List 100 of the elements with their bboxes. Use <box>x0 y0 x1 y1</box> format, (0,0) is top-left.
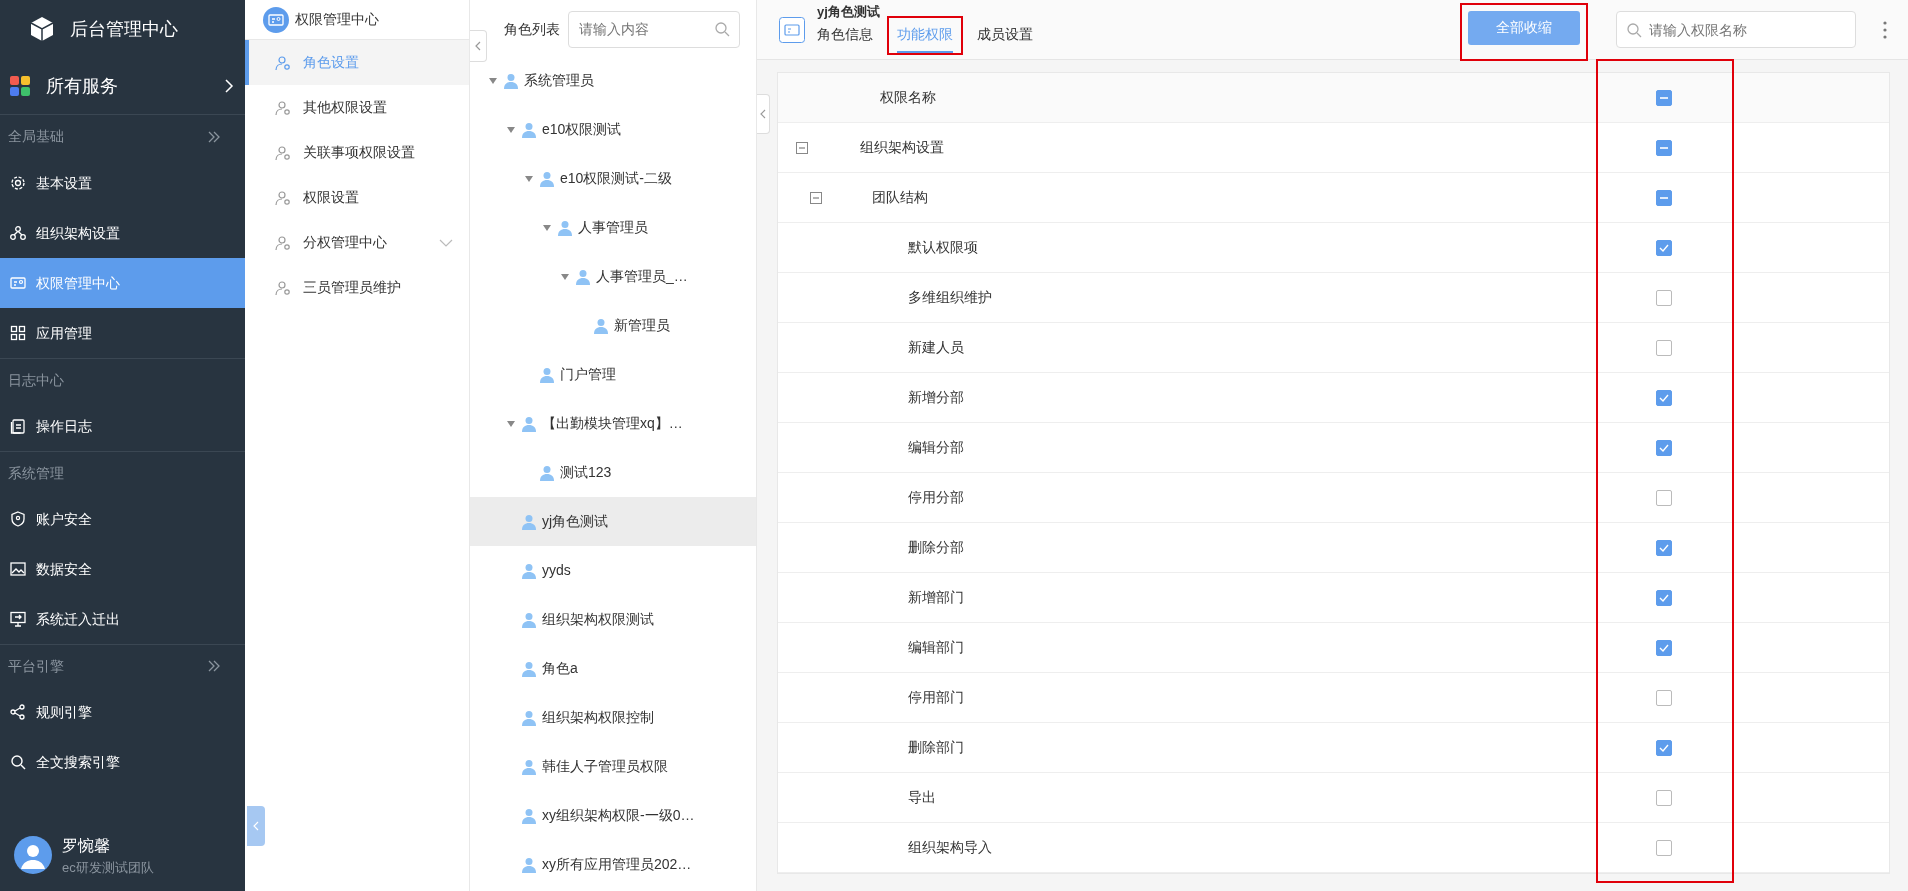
person-icon <box>558 219 572 236</box>
tab[interactable]: 角色信息 <box>817 24 873 53</box>
team-name: ec研发测试团队 <box>62 858 154 877</box>
nav-item[interactable]: 全文搜索引擎 <box>0 737 245 787</box>
shield-icon <box>10 511 26 527</box>
all-services-link[interactable]: 所有服务 <box>0 58 245 115</box>
person-icon <box>522 562 536 579</box>
collapse-handle[interactable] <box>757 94 770 134</box>
tree-node[interactable]: e10权限测试 <box>470 105 756 154</box>
permission-name: 停用部门 <box>908 688 964 707</box>
person-icon <box>540 170 554 187</box>
double-chevron-icon[interactable] <box>207 129 221 144</box>
collapse-handle[interactable] <box>247 806 265 846</box>
person-icon <box>576 268 590 285</box>
nav-item[interactable]: 操作日志 <box>0 401 245 451</box>
submenu-item[interactable]: 其他权限设置 <box>245 85 469 130</box>
nav-item[interactable]: 基本设置 <box>0 158 245 208</box>
nav-item[interactable]: 应用管理 <box>0 308 245 358</box>
tree-node[interactable]: 门户管理 <box>470 350 756 399</box>
caret-down-icon[interactable] <box>561 272 569 281</box>
checkbox[interactable] <box>1656 289 1672 306</box>
person-icon <box>522 758 536 775</box>
tree-node[interactable]: 新管理员 <box>470 301 756 350</box>
user-settings-icon <box>275 54 291 71</box>
list-title: 角色列表 <box>504 19 560 39</box>
app-title: 后台管理中心 <box>70 17 178 41</box>
permission-name: 停用分部 <box>908 488 964 507</box>
more-icon[interactable] <box>1882 19 1888 40</box>
person-icon <box>540 366 554 383</box>
submenu-item[interactable]: 分权管理中心 <box>245 220 469 265</box>
permission-name: 删除分部 <box>908 538 964 557</box>
nav-item[interactable]: 规则引擎 <box>0 687 245 737</box>
checkbox[interactable] <box>1656 789 1672 806</box>
nav-item[interactable]: 系统迁入迁出 <box>0 594 245 644</box>
id-card-icon <box>263 6 289 33</box>
person-icon <box>522 611 536 628</box>
checkbox[interactable] <box>1656 339 1672 356</box>
caret-down-icon[interactable] <box>489 76 497 85</box>
tree-node[interactable]: 【出勤模块管理xq】… <box>470 399 756 448</box>
caret-down-icon[interactable] <box>543 223 551 232</box>
cube-logo-icon <box>28 15 56 43</box>
submenu-item[interactable]: 权限设置 <box>245 175 469 220</box>
permission-name: 团队结构 <box>872 188 928 207</box>
tree-node[interactable]: e10权限测试-二级 <box>470 154 756 203</box>
tree-node[interactable]: xy所有应用管理员202… <box>470 840 756 889</box>
id-card-icon <box>779 16 805 43</box>
tree-node[interactable]: 组织架构权限测试 <box>470 595 756 644</box>
tree-node[interactable]: 测试123 <box>470 448 756 497</box>
person-icon <box>522 513 536 530</box>
person-icon <box>522 121 536 138</box>
person-icon <box>594 317 608 334</box>
caret-down-icon[interactable] <box>507 125 515 134</box>
caret-down-icon[interactable] <box>507 419 515 428</box>
submenu-item[interactable]: 关联事项权限设置 <box>245 130 469 175</box>
person-icon <box>522 415 536 432</box>
person-icon <box>522 660 536 677</box>
tree-node[interactable]: yyds <box>470 546 756 595</box>
chevron-left-icon <box>474 41 482 51</box>
nav-item[interactable]: 组织架构设置 <box>0 208 245 258</box>
nav-item[interactable]: 账户安全 <box>0 494 245 544</box>
apps-icon <box>10 76 30 96</box>
checkbox[interactable] <box>1656 689 1672 706</box>
tree-node[interactable]: yj角色测试 <box>470 497 756 546</box>
permission-name: 编辑部门 <box>908 638 964 657</box>
tab[interactable]: 成员设置 <box>977 24 1033 53</box>
tree-node[interactable]: 人事管理员_… <box>470 252 756 301</box>
search-field[interactable]: 请输入内容 <box>568 10 740 48</box>
nav-item[interactable]: 数据安全 <box>0 544 245 594</box>
chevron-left-icon <box>252 821 260 831</box>
submenu-item[interactable]: 三员管理员维护 <box>245 265 469 310</box>
double-chevron-icon[interactable] <box>207 659 221 673</box>
person-icon <box>504 72 518 89</box>
image-icon <box>10 561 26 577</box>
search-field[interactable]: 请输入权限名称 <box>1616 11 1856 48</box>
caret-down-icon[interactable] <box>525 174 533 183</box>
nav-section-label: 平台引擎 <box>8 656 64 676</box>
collapse-toggle-icon[interactable] <box>810 191 822 204</box>
chevron-left-icon <box>759 109 767 119</box>
checkbox[interactable] <box>1656 839 1672 856</box>
permission-name: 新增分部 <box>908 388 964 407</box>
tree-node[interactable]: 人事管理员 <box>470 203 756 252</box>
avatar-icon <box>14 836 52 875</box>
collapse-handle[interactable] <box>470 30 487 62</box>
tree-node[interactable]: 系统管理员 <box>470 56 756 105</box>
submenu-label: 角色设置 <box>303 53 360 72</box>
collapse-toggle-icon[interactable] <box>796 141 808 154</box>
tree-node[interactable]: xy组织架构权限-一级0… <box>470 791 756 840</box>
submenu-title: 权限管理中心 <box>295 10 379 29</box>
search-icon <box>714 21 730 37</box>
person-icon <box>522 709 536 726</box>
gear-icon <box>10 175 26 191</box>
tree-node[interactable]: 韩佳人子管理员权限 <box>470 742 756 791</box>
checkbox[interactable] <box>1656 489 1672 506</box>
person-icon <box>540 464 554 481</box>
search-icon <box>1626 21 1642 38</box>
tree-node[interactable]: 组织架构权限控制 <box>470 693 756 742</box>
id-card-icon <box>10 275 26 291</box>
tree-node[interactable]: 角色a <box>470 644 756 693</box>
permission-name: 新增部门 <box>908 588 964 607</box>
nav-section-label: 系统管理 <box>8 463 64 483</box>
